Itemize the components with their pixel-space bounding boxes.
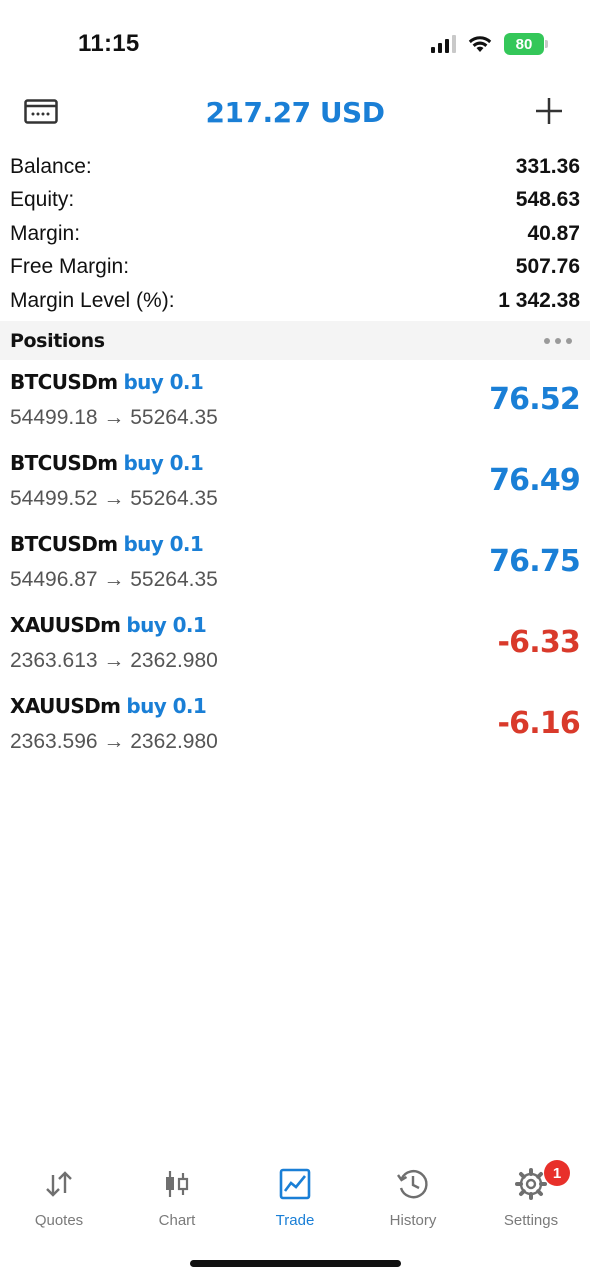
trade-chart-icon [277, 1166, 313, 1202]
position-symbol: BTCUSDm [10, 451, 118, 475]
position-side-volume: buy 0.1 [123, 451, 204, 475]
margin-row: Margin: 40.87 [0, 217, 590, 251]
position-prices: 2363.596 → 2362.980 [10, 730, 218, 753]
account-profit-title: 217.27 USD [205, 96, 385, 129]
position-prices: 54496.87 → 55264.35 [10, 568, 218, 591]
bottom-tab-bar: Quotes Chart Trade History 1 Settings [0, 1160, 590, 1240]
position-symbol: XAUUSDm [10, 613, 121, 637]
position-profit: -6.33 [497, 625, 581, 660]
tab-label: Trade [275, 1212, 315, 1229]
more-options-icon[interactable] [544, 337, 572, 344]
header: 217.27 USD [0, 88, 590, 138]
margin-level-value: 1 342.38 [498, 288, 580, 312]
position-side-volume: buy 0.1 [123, 370, 204, 394]
positions-title: Positions [10, 329, 105, 352]
tab-label: History [389, 1212, 437, 1229]
status-time: 11:15 [78, 30, 140, 57]
position-row[interactable]: XAUUSDm buy 0.1 2363.596 → 2362.980 -6.16 [0, 686, 590, 767]
cellular-signal-icon [431, 35, 456, 53]
balance-row: Balance: 331.36 [0, 150, 590, 184]
equity-row: Equity: 548.63 [0, 184, 590, 218]
balance-label: Balance: [10, 154, 92, 178]
margin-label: Margin: [10, 221, 81, 245]
position-symbol: BTCUSDm [10, 370, 118, 394]
status-icons: 80 [431, 32, 548, 56]
notification-badge: 1 [544, 1160, 570, 1186]
tab-settings[interactable]: 1 Settings [472, 1160, 590, 1240]
tab-label: Chart [158, 1212, 196, 1229]
free-margin-value: 507.76 [515, 255, 580, 279]
equity-label: Equity: [10, 188, 75, 212]
position-profit: 76.49 [489, 463, 581, 498]
position-symbol: BTCUSDm [10, 532, 118, 556]
position-prices: 54499.18 → 55264.35 [10, 406, 218, 429]
position-row[interactable]: BTCUSDm buy 0.1 54499.52 → 55264.35 76.49 [0, 443, 590, 524]
position-row[interactable]: BTCUSDm buy 0.1 54499.18 → 55264.35 76.52 [0, 362, 590, 443]
position-row[interactable]: BTCUSDm buy 0.1 54496.87 → 55264.35 76.75 [0, 524, 590, 605]
position-side-volume: buy 0.1 [126, 694, 207, 718]
tab-chart[interactable]: Chart [118, 1160, 236, 1240]
margin-value: 40.87 [527, 221, 580, 245]
position-profit: 76.52 [489, 382, 581, 417]
equity-value: 548.63 [515, 188, 580, 212]
balance-value: 331.36 [515, 154, 580, 178]
position-prices: 2363.613 → 2362.980 [10, 649, 218, 672]
position-row[interactable]: XAUUSDm buy 0.1 2363.613 → 2362.980 -6.33 [0, 605, 590, 686]
home-indicator [190, 1260, 401, 1267]
positions-section-header: Positions [0, 321, 590, 360]
free-margin-label: Free Margin: [10, 255, 130, 279]
positions-list: BTCUSDm buy 0.1 54499.18 → 55264.35 76.52… [0, 362, 590, 767]
position-side-volume: buy 0.1 [123, 532, 204, 556]
position-side-volume: buy 0.1 [126, 613, 207, 637]
wifi-icon [468, 36, 492, 52]
quotes-arrows-icon [41, 1166, 77, 1202]
account-summary: Balance: 331.36 Equity: 548.63 Margin: 4… [0, 150, 590, 318]
battery-icon: 80 [504, 33, 548, 55]
position-symbol: XAUUSDm [10, 694, 121, 718]
position-profit: 76.75 [489, 544, 581, 579]
tab-label: Quotes [34, 1212, 84, 1229]
history-clock-icon [395, 1166, 431, 1202]
plus-icon[interactable] [534, 96, 564, 126]
tab-trade[interactable]: Trade [236, 1160, 354, 1240]
tab-quotes[interactable]: Quotes [0, 1160, 118, 1240]
tab-label: Settings [503, 1212, 559, 1229]
free-margin-row: Free Margin: 507.76 [0, 251, 590, 285]
margin-level-row: Margin Level (%): 1 342.38 [0, 284, 590, 318]
position-prices: 54499.52 → 55264.35 [10, 487, 218, 510]
margin-level-label: Margin Level (%): [10, 288, 175, 312]
tab-history[interactable]: History [354, 1160, 472, 1240]
candlestick-icon [159, 1166, 195, 1202]
status-bar: 11:15 80 [0, 0, 590, 86]
position-profit: -6.16 [497, 706, 581, 741]
